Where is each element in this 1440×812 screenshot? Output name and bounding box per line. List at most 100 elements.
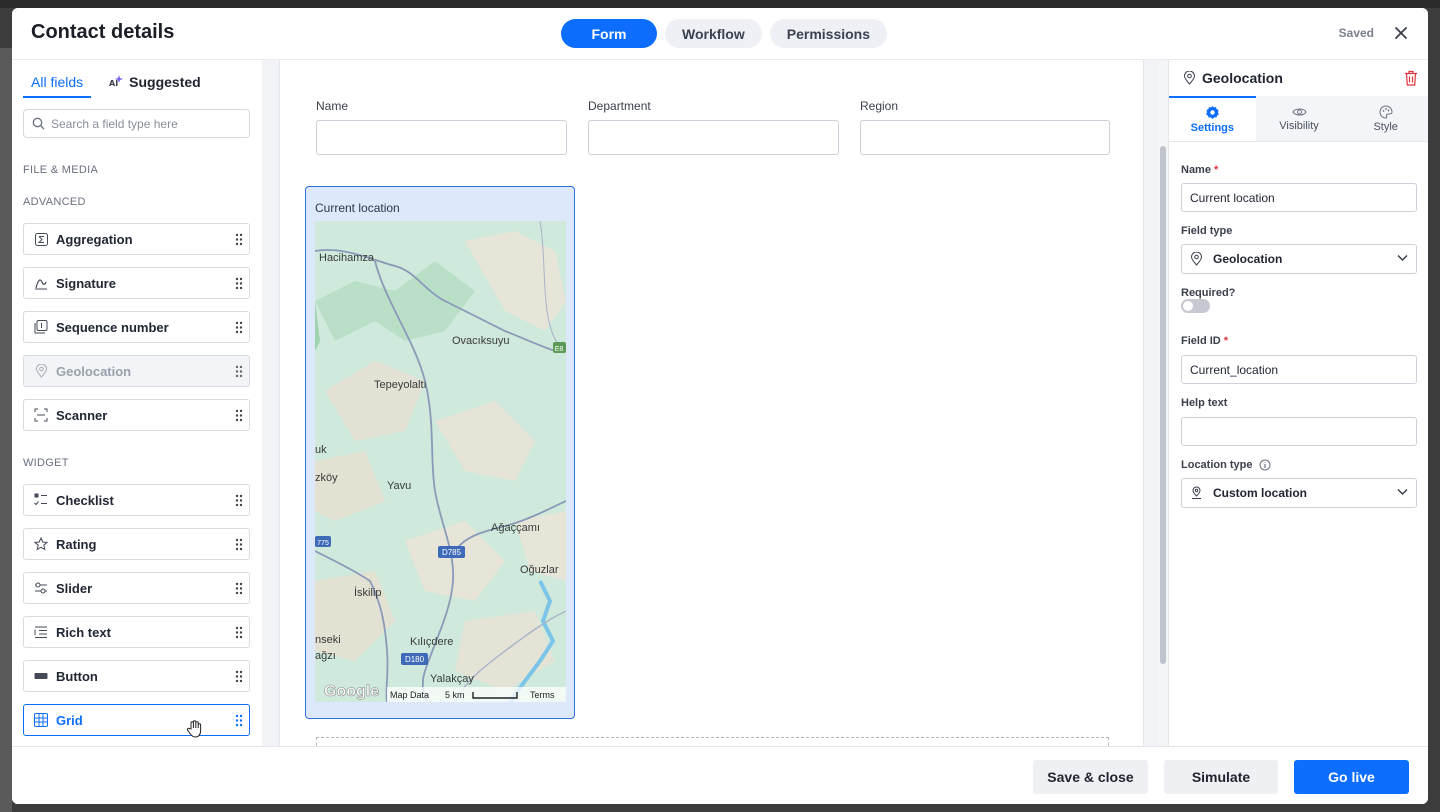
map-place-label: Yavu — [387, 480, 411, 492]
field-item-rich-text[interactable]: Rich text — [23, 616, 250, 648]
map-data-label: Map Data — [390, 690, 429, 700]
required-marker: * — [1213, 164, 1219, 176]
geolocation-field-card[interactable]: Current location E8 775 D785 D180 Haciha… — [305, 186, 575, 719]
tab-permissions[interactable]: Permissions — [769, 19, 888, 48]
go-live-button[interactable]: Go live — [1294, 760, 1409, 794]
backdrop-top — [0, 0, 1440, 8]
map-place-label: Kılıçdere — [410, 636, 453, 648]
tab-all-fields[interactable]: All fields — [23, 60, 92, 98]
tab-workflow[interactable]: Workflow — [665, 19, 762, 48]
drag-handle-icon[interactable] — [235, 670, 243, 683]
section-advanced: ADVANCED — [23, 196, 86, 208]
drag-handle-icon[interactable] — [235, 233, 243, 246]
trash-icon[interactable] — [1404, 70, 1418, 86]
simulate-button[interactable]: Simulate — [1164, 760, 1278, 794]
department-input[interactable] — [588, 120, 839, 155]
sigma-icon — [34, 232, 48, 246]
field-item-signature[interactable]: Signature — [23, 267, 250, 299]
location-pin-icon — [34, 364, 48, 378]
drag-handle-icon[interactable] — [235, 538, 243, 551]
field-id-input[interactable]: Current_location — [1181, 355, 1417, 384]
location-pin-icon — [1183, 71, 1196, 85]
field-item-rating[interactable]: Rating — [23, 528, 250, 560]
map-place-label: Ovacıksuyu — [452, 335, 509, 347]
road-shield-d785: D785 — [442, 548, 462, 557]
canvas-scrollbar[interactable] — [1158, 60, 1168, 746]
field-library-sidebar: All fields AI Suggested FILE & MEDIA ADV… — [12, 60, 262, 746]
field-item-grid[interactable]: Grid — [23, 704, 250, 736]
section-file-media: FILE & MEDIA — [23, 164, 99, 176]
save-close-button[interactable]: Save & close — [1033, 760, 1148, 794]
tab-visibility-label: Visibility — [1279, 119, 1319, 132]
drag-handle-icon — [235, 365, 243, 378]
drag-handle-icon[interactable] — [235, 626, 243, 639]
help-text-input[interactable] — [1181, 417, 1417, 446]
field-item-label: Grid — [56, 712, 83, 728]
field-settings-panel: Geolocation Settings Visibility Style Na… — [1168, 60, 1428, 746]
toggle-knob — [1183, 301, 1193, 311]
road-shield-d180: D180 — [405, 655, 425, 664]
ai-sparkle-icon: AI — [109, 75, 124, 88]
field-item-aggregation[interactable]: Aggregation — [23, 223, 250, 255]
sequence-icon — [34, 320, 48, 334]
field-item-label: Scanner — [56, 407, 108, 423]
star-icon — [34, 537, 48, 551]
required-toggle[interactable] — [1181, 299, 1210, 313]
close-icon[interactable] — [1392, 24, 1410, 42]
tab-form[interactable]: Form — [561, 19, 657, 48]
field-item-label: Button — [56, 668, 98, 684]
search-icon — [32, 117, 45, 130]
field-item-label: Rating — [56, 536, 97, 552]
field-item-sequence-number[interactable]: Sequence number — [23, 311, 250, 343]
field-item-scanner[interactable]: Scanner — [23, 399, 250, 431]
chevron-down-icon — [1397, 488, 1408, 496]
tab-settings[interactable]: Settings — [1169, 96, 1256, 141]
road-shield-e8: E8 — [555, 346, 564, 353]
eye-icon — [1291, 108, 1307, 115]
drag-handle-icon[interactable] — [235, 277, 243, 290]
location-type-select[interactable]: Custom location — [1181, 478, 1417, 508]
gear-icon — [1205, 106, 1219, 119]
geolocation-field-label: Current location — [315, 201, 400, 215]
backdrop-left — [0, 48, 12, 812]
help-text-label: Help text — [1181, 397, 1228, 409]
google-logo: Google — [324, 683, 379, 700]
info-icon[interactable] — [1259, 459, 1271, 471]
modal-header: Contact details Form Workflow Permission… — [12, 8, 1428, 60]
name-field[interactable]: Current location — [1181, 183, 1417, 212]
tab-settings-label: Settings — [1190, 122, 1235, 134]
field-item-checklist[interactable]: Checklist — [23, 484, 250, 516]
field-type-select[interactable]: Geolocation — [1181, 244, 1417, 274]
tab-style[interactable]: Style — [1342, 96, 1428, 141]
map-place-label: Tepeyolaltı — [374, 379, 427, 391]
map-preview[interactable]: E8 775 D785 D180 Hacihamza Ovacıksuyu Te… — [315, 221, 566, 702]
drag-handle-icon[interactable] — [235, 409, 243, 422]
search-input[interactable] — [51, 116, 241, 131]
grid-icon — [34, 713, 48, 727]
field-label-department: Department — [588, 99, 651, 113]
required-label: Required? — [1181, 287, 1236, 299]
drag-handle-icon[interactable] — [235, 494, 243, 507]
checklist-icon — [34, 493, 48, 507]
rich-text-icon — [34, 625, 48, 639]
scrollbar-thumb[interactable] — [1160, 146, 1166, 664]
tab-style-label: Style — [1373, 120, 1398, 133]
region-input[interactable] — [860, 120, 1110, 155]
map-scale-label: 5 km — [445, 690, 465, 700]
map-place-label: Hacihamza — [319, 252, 375, 264]
drag-handle-icon[interactable] — [235, 321, 243, 334]
form-canvas-area: Name Department Region Current location — [262, 60, 1168, 757]
name-input[interactable] — [316, 120, 567, 155]
tab-suggested-label: Suggested — [129, 74, 201, 90]
field-type-label: Field type — [1181, 225, 1233, 237]
road-shield-775: 775 — [317, 540, 329, 547]
field-item-slider[interactable]: Slider — [23, 572, 250, 604]
tab-suggested[interactable]: AI Suggested — [101, 60, 209, 98]
drag-handle-icon[interactable] — [235, 714, 243, 727]
drag-handle-icon[interactable] — [235, 582, 243, 595]
map-place-label: zköy — [315, 472, 338, 484]
field-label-region: Region — [860, 99, 899, 113]
tab-visibility[interactable]: Visibility — [1256, 96, 1343, 141]
field-item-button[interactable]: Button — [23, 660, 250, 692]
form-canvas: Name Department Region Current location — [279, 60, 1144, 757]
